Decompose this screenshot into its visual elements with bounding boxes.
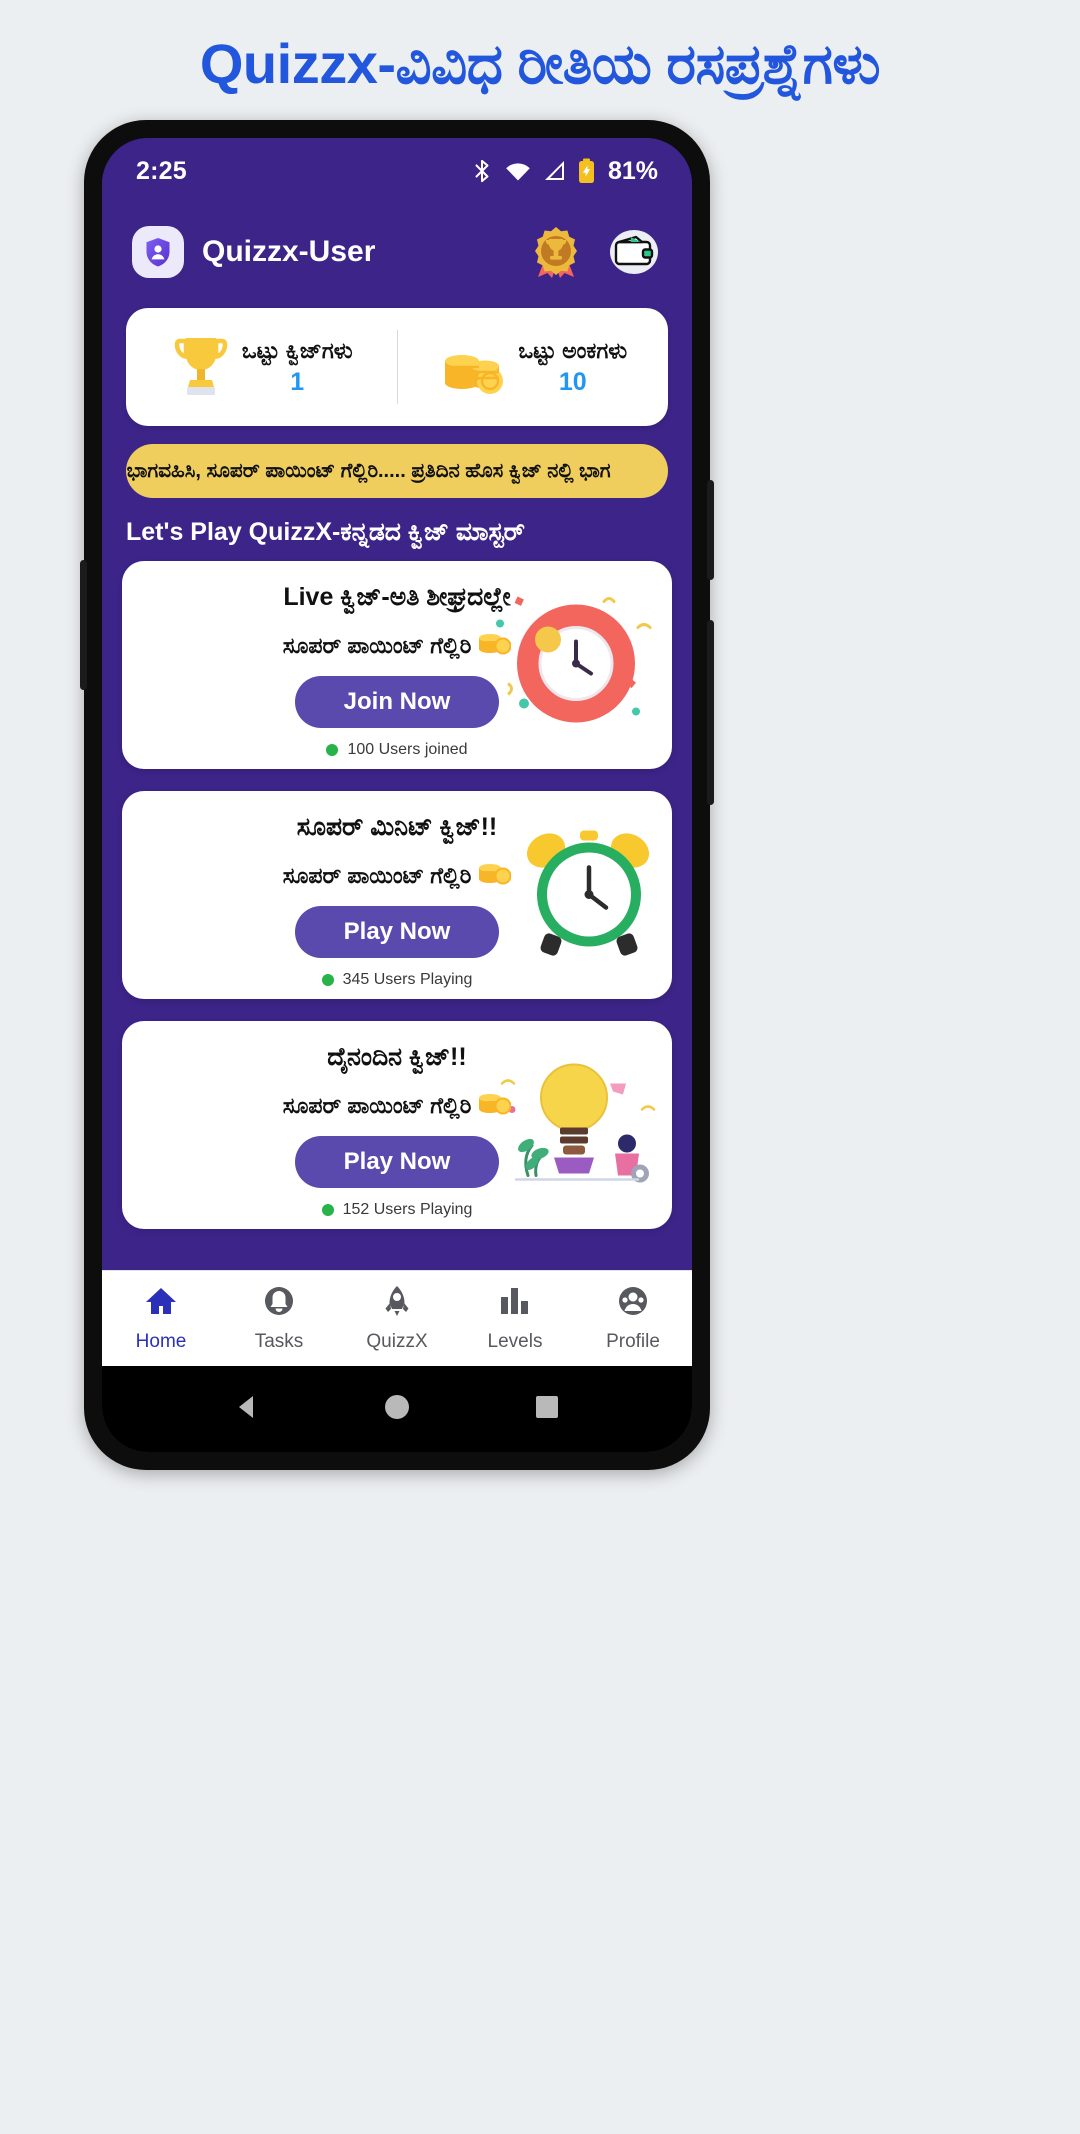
bluetooth-icon [471, 158, 493, 184]
stat-label: ಒಟ್ಟು ಕ್ವಿಜ್‌ಗಳು [241, 337, 353, 363]
card-status-row: 100 Users joined [326, 741, 468, 759]
cellular-signal-icon [543, 160, 567, 182]
nav-item-quizzx[interactable]: QuizzX [338, 1285, 456, 1353]
card-status-text: 152 Users Playing [342, 1201, 473, 1218]
card-subtitle-row: ಸೂಪರ್ ಪಾಯಿಂಟ್ ಗೆಲ್ಲಿರಿ [283, 1090, 512, 1122]
stat-total-points: ಒಟ್ಟು ಅಂಕಗಳು 10 [398, 308, 669, 426]
nav-item-levels[interactable]: Levels [456, 1285, 574, 1353]
nav-item-home[interactable]: Home [102, 1285, 220, 1353]
quiz-card-list[interactable]: Live ಕ್ವಿಜ್-ಅತಿ ಶೀಘ್ರದಲ್ಲೇ ಸೂಪರ್ ಪಾಯಿಂಟ್… [102, 547, 692, 1270]
stat-total-quizzes: ಒಟ್ಟು ಕ್ವಿಜ್‌ಗಳು 1 [126, 308, 397, 426]
live-dot-icon [326, 744, 339, 756]
recents-square-icon[interactable] [532, 1392, 562, 1427]
coins-icon [477, 860, 512, 892]
back-triangle-icon[interactable] [232, 1392, 262, 1427]
bottom-navigation: Home Tasks QuizzX Levels Profile [102, 1270, 692, 1366]
card-subtitle-row: ಸೂಪರ್ ಪಾಯಿಂಟ್ ಗೆಲ್ಲಿರಿ [283, 860, 512, 892]
play-now-button[interactable]: Play Now [295, 906, 499, 958]
card-status-row: 345 Users Playing [321, 971, 473, 989]
power-button[interactable] [707, 480, 714, 580]
volume-button[interactable] [80, 560, 87, 690]
bell-icon [262, 1285, 296, 1322]
phone-mockup: 2:25 [80, 120, 714, 1470]
card-title: Live ಕ್ವಿಜ್-ಅತಿ ಶೀಘ್ರದಲ್ಲೇ [283, 583, 511, 611]
person-circle-icon [616, 1285, 650, 1322]
card-subtitle-row: ಸೂಪರ್ ಪಾಯಿಂಟ್ ಗೆಲ್ಲಿರಿ [283, 630, 512, 662]
live-dot-icon [321, 1204, 334, 1216]
marquee-text: ಲ್ಲಿ ಭಾಗವಹಿಸಿ, ಸೂಪರ್ ಪಾಯಿಂಟ್ ಗೆಲ್ಲಿರಿ...… [126, 459, 611, 482]
volume-down-button[interactable] [707, 620, 714, 805]
trophy-icon [170, 330, 232, 405]
status-bar: 2:25 81% [102, 138, 692, 204]
card-subtitle: ಸೂಪರ್ ಪಾಯಿಂಟ್ ಗೆಲ್ಲಿರಿ [282, 633, 472, 658]
coins-icon [438, 333, 508, 402]
nav-label: Home [135, 1330, 187, 1352]
alarm-clock-illustration [514, 823, 664, 968]
coins-icon [477, 1090, 512, 1122]
stats-card: ಒಟ್ಟು ಕ್ವಿಜ್‌ಗಳು 1 [126, 308, 668, 426]
award-medal-icon[interactable] [528, 224, 584, 280]
app-bar: Quizzx-User [102, 204, 692, 300]
card-title: ಸೂಪರ್ ಮಿನಿಟ್ ಕ್ವಿಜ್!! [296, 813, 498, 841]
join-now-button[interactable]: Join Now [295, 676, 499, 728]
home-icon [144, 1285, 178, 1322]
card-status-text: 100 Users joined [347, 741, 468, 758]
wifi-icon [504, 160, 532, 182]
card-title: ದೈನಂದಿನ ಕ್ವಿಜ್!! [327, 1043, 467, 1071]
nav-label: Profile [606, 1330, 660, 1352]
stat-text-block: ಒಟ್ಟು ಅಂಕಗಳು 10 [518, 338, 627, 397]
stat-text-block: ಒಟ್ಟು ಕ್ವಿಜ್‌ಗಳು 1 [242, 338, 353, 397]
status-time: 2:25 [136, 156, 187, 185]
section-heading: Let's Play QuizzX-ಕನ್ನಡದ ಕ್ವಿಜ್ ಮಾಸ್ಟರ್ [126, 518, 525, 546]
rocket-icon [380, 1285, 414, 1322]
stat-value: 10 [558, 367, 587, 396]
nav-label: Levels [487, 1330, 543, 1352]
nav-item-tasks[interactable]: Tasks [220, 1285, 338, 1353]
clock-confetti-illustration [486, 588, 658, 743]
quiz-card-live[interactable]: Live ಕ್ವಿಜ್-ಅತಿ ಶೀಘ್ರದಲ್ಲೇ ಸೂಪರ್ ಪಾಯಿಂಟ್… [122, 561, 672, 769]
user-shield-avatar-icon[interactable] [132, 226, 184, 278]
card-subtitle: ಸೂಪರ್ ಪಾಯಿಂಟ್ ಗೆಲ್ಲಿರಿ [282, 1093, 472, 1118]
app-title: Quizzx-User [202, 235, 376, 268]
stat-value: 1 [290, 367, 305, 396]
nav-label: QuizzX [366, 1330, 428, 1352]
lightbulb-idea-illustration [484, 1048, 664, 1203]
card-status-row: 152 Users Playing [321, 1201, 473, 1219]
home-circle-icon[interactable] [382, 1392, 412, 1427]
play-now-button[interactable]: Play Now [295, 1136, 499, 1188]
announcement-marquee[interactable]: ಲ್ಲಿ ಭಾಗವಹಿಸಿ, ಸೂಪರ್ ಪಾಯಿಂಟ್ ಗೆಲ್ಲಿರಿ...… [126, 444, 668, 498]
status-icon-group: 81% [471, 157, 658, 186]
battery-percent: 81% [607, 156, 658, 185]
coins-icon [477, 630, 512, 662]
quiz-card-daily[interactable]: ದೈನಂದಿನ ಕ್ವಿಜ್!! ಸೂಪರ್ ಪಾಯಿಂಟ್ ಗೆಲ್ಲಿರಿ … [122, 1021, 672, 1229]
battery-icon [578, 158, 595, 184]
nav-item-profile[interactable]: Profile [574, 1285, 692, 1353]
nav-label: Tasks [254, 1330, 304, 1352]
card-subtitle: ಸೂಪರ್ ಪಾಯಿಂಟ್ ಗೆಲ್ಲಿರಿ [282, 863, 472, 888]
wallet-icon[interactable] [606, 224, 662, 280]
bar-chart-icon [498, 1285, 532, 1322]
page-title: Quizzx-ವಿವಿಧ ರೀತಿಯ ರಸಪ್ರಶ್ನೆಗಳು [199, 32, 881, 95]
android-system-nav [102, 1366, 692, 1452]
phone-screen: 2:25 [102, 138, 692, 1452]
live-dot-icon [321, 974, 334, 986]
stat-label: ಒಟ್ಟು ಅಂಕಗಳು [518, 337, 628, 363]
quiz-card-minute[interactable]: ಸೂಪರ್ ಮಿನಿಟ್ ಕ್ವಿಜ್!! ಸೂಪರ್ ಪಾಯಿಂಟ್ ಗೆಲ್… [122, 791, 672, 999]
card-status-text: 345 Users Playing [342, 971, 473, 988]
